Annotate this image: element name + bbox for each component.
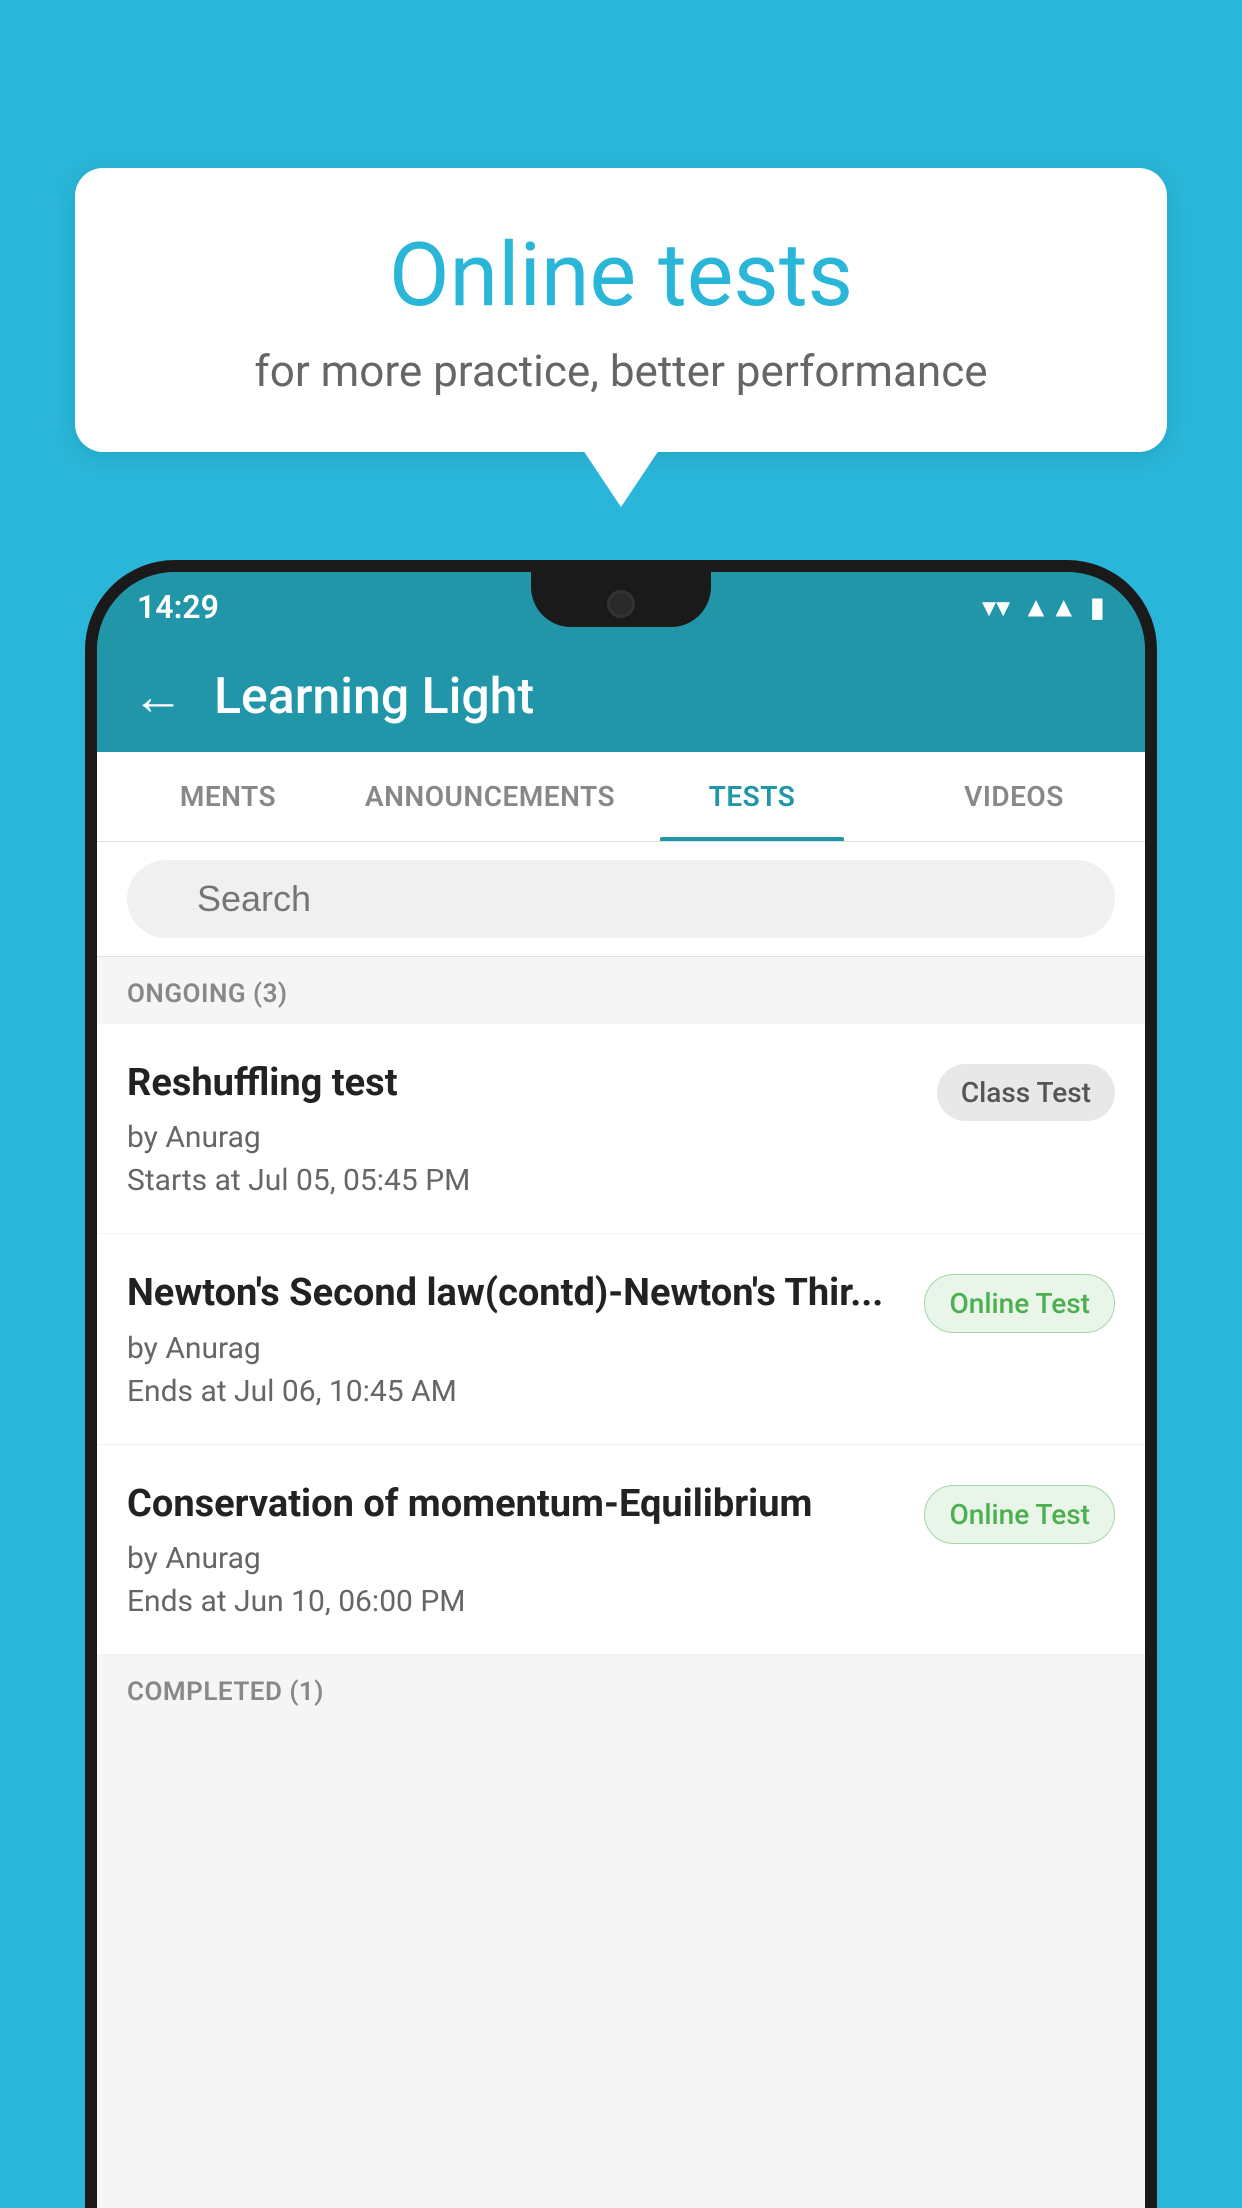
tab-announcements[interactable]: ANNOUNCEMENTS <box>359 752 621 841</box>
speech-bubble: Online tests for more practice, better p… <box>75 168 1167 452</box>
back-button[interactable]: ← <box>132 671 184 723</box>
content-area: 🔍 ONGOING (3) Reshuffling test by Anurag… <box>97 842 1145 2208</box>
tab-ments[interactable]: MENTS <box>97 752 359 841</box>
test-item-newton[interactable]: Newton's Second law(contd)-Newton's Thir… <box>97 1234 1145 1444</box>
app-title: Learning Light <box>214 668 534 726</box>
search-input[interactable] <box>127 860 1115 938</box>
search-bar: 🔍 <box>97 842 1145 957</box>
test-badge-2: Online Test <box>924 1274 1115 1333</box>
signal-icon: ▲▲ <box>1022 591 1077 624</box>
test-badge-3: Online Test <box>924 1485 1115 1544</box>
test-time-1: Starts at Jul 05, 05:45 PM <box>127 1163 917 1198</box>
bubble-subtitle: for more practice, better performance <box>125 345 1117 397</box>
phone-frame: 14:29 ▾▾ ▲▲ ▮ ← Learning Light MENTS ANN… <box>85 560 1157 2208</box>
test-badge-1: Class Test <box>937 1064 1115 1121</box>
app-header: ← Learning Light <box>97 642 1145 752</box>
test-time-3: Ends at Jun 10, 06:00 PM <box>127 1584 904 1619</box>
test-time-2: Ends at Jul 06, 10:45 AM <box>127 1374 904 1409</box>
test-by-1: by Anurag <box>127 1120 917 1155</box>
test-name-2: Newton's Second law(contd)-Newton's Thir… <box>127 1269 904 1318</box>
wifi-icon: ▾▾ <box>982 591 1010 624</box>
volume-button <box>85 880 97 960</box>
battery-icon: ▮ <box>1090 591 1105 624</box>
search-wrapper: 🔍 <box>127 860 1115 938</box>
test-name-1: Reshuffling test <box>127 1059 917 1108</box>
test-name-3: Conservation of momentum-Equilibrium <box>127 1480 904 1529</box>
test-item-reshuffling[interactable]: Reshuffling test by Anurag Starts at Jul… <box>97 1024 1145 1234</box>
tabs-bar: MENTS ANNOUNCEMENTS TESTS VIDEOS <box>97 752 1145 842</box>
notch <box>531 572 711 627</box>
section-ongoing: ONGOING (3) <box>97 957 1145 1024</box>
status-icons: ▾▾ ▲▲ ▮ <box>982 591 1105 624</box>
power-button <box>1145 840 1157 970</box>
test-info-2: Newton's Second law(contd)-Newton's Thir… <box>127 1269 924 1408</box>
tab-videos[interactable]: VIDEOS <box>883 752 1145 841</box>
test-by-2: by Anurag <box>127 1331 904 1366</box>
section-completed: COMPLETED (1) <box>97 1655 1145 1722</box>
bubble-title: Online tests <box>125 228 1117 325</box>
phone-inner: 14:29 ▾▾ ▲▲ ▮ ← Learning Light MENTS ANN… <box>97 572 1145 2208</box>
test-item-conservation[interactable]: Conservation of momentum-Equilibrium by … <box>97 1445 1145 1655</box>
test-by-3: by Anurag <box>127 1541 904 1576</box>
test-info-3: Conservation of momentum-Equilibrium by … <box>127 1480 924 1619</box>
status-time: 14:29 <box>137 588 219 626</box>
front-camera <box>607 590 635 618</box>
tab-tests[interactable]: TESTS <box>621 752 883 841</box>
test-info-1: Reshuffling test by Anurag Starts at Jul… <box>127 1059 937 1198</box>
